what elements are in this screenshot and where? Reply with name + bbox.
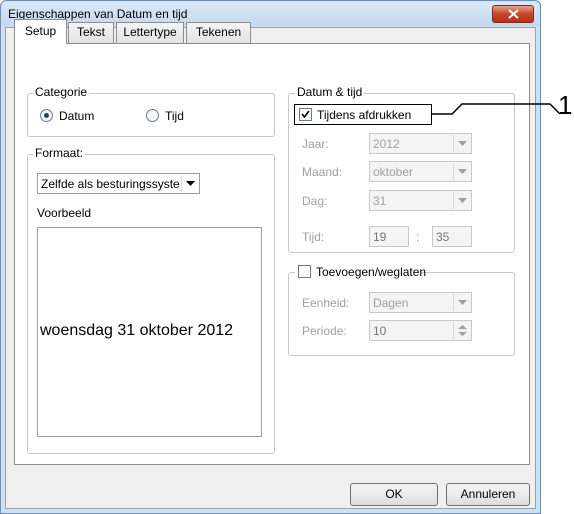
- radio-selected-dot: [44, 113, 49, 118]
- tab-tekst-label: Tekst: [76, 25, 105, 39]
- eenheid-label: Eenheid:: [302, 296, 350, 310]
- tab-setup-label: Setup: [24, 24, 57, 38]
- formaat-legend: Formaat:: [33, 146, 86, 160]
- maand-label: Maand:: [302, 165, 343, 179]
- print-checkbox-label[interactable]: Tijdens afdrukken: [317, 108, 411, 122]
- tab-lettertype[interactable]: Lettertype: [116, 22, 184, 43]
- chevron-down-icon: [458, 198, 467, 203]
- dag-dropdown-button[interactable]: [453, 192, 470, 209]
- dag-select-value: 31: [373, 194, 387, 208]
- categorie-legend: Categorie: [33, 85, 90, 99]
- tab-lettertype-label: Lettertype: [123, 25, 177, 39]
- jaar-dropdown-button[interactable]: [453, 135, 470, 152]
- dag-label: Dag:: [302, 194, 328, 208]
- tab-tekenen-label: Tekenen: [195, 25, 242, 39]
- eenheid-dropdown-button[interactable]: [453, 294, 470, 311]
- tijd-hours-value: 19: [373, 230, 387, 244]
- ok-button[interactable]: OK: [350, 483, 438, 506]
- eenheid-select[interactable]: Dagen: [369, 292, 472, 313]
- preview-box: woensdag 31 oktober 2012: [37, 227, 262, 437]
- periode-spinner[interactable]: 10: [369, 320, 472, 341]
- toevoegen-group: [288, 272, 515, 356]
- tab-tekst[interactable]: Tekst: [68, 22, 114, 43]
- radio-tijd-label[interactable]: Tijd: [165, 109, 184, 123]
- radio-datum[interactable]: [40, 109, 53, 122]
- checkmark-icon: [301, 110, 310, 119]
- periode-value: 10: [373, 324, 387, 338]
- tijd-label: Tijd:: [302, 230, 325, 244]
- periode-label: Periode:: [302, 324, 347, 338]
- chevron-down-icon: [458, 300, 467, 305]
- spin-arrows-icon: [458, 325, 467, 336]
- cancel-button-label: Annuleren: [460, 487, 516, 501]
- voorbeeld-label: Voorbeeld: [37, 206, 92, 220]
- maand-select[interactable]: oktober: [369, 161, 472, 182]
- formaat-select-value: Zelfde als besturingssyste: [41, 177, 180, 191]
- jaar-select[interactable]: 2012: [369, 133, 472, 154]
- chevron-down-icon: [186, 181, 195, 186]
- preview-text: woensdag 31 oktober 2012: [40, 322, 234, 339]
- tab-setup[interactable]: Setup: [14, 19, 67, 44]
- eenheid-select-value: Dagen: [373, 296, 409, 310]
- tijd-hours-input[interactable]: 19: [369, 226, 409, 247]
- callout-number: 1: [558, 90, 573, 120]
- tab-tekenen[interactable]: Tekenen: [186, 22, 251, 43]
- cancel-button[interactable]: Annuleren: [446, 483, 530, 506]
- dag-select[interactable]: 31: [369, 190, 472, 211]
- callout-line: [432, 103, 561, 115]
- tijd-minutes-value: 35: [436, 230, 450, 244]
- datum-tijd-legend: Datum & tijd: [295, 85, 365, 99]
- chevron-down-icon: [458, 169, 467, 174]
- print-checkbox[interactable]: [299, 108, 312, 121]
- toevoegen-checkbox[interactable]: [298, 265, 311, 278]
- maand-dropdown-button[interactable]: [453, 163, 470, 180]
- tijd-minutes-input[interactable]: 35: [432, 226, 472, 247]
- ok-button-label: OK: [385, 487, 403, 501]
- tijd-separator: :: [416, 230, 420, 244]
- chevron-down-icon: [458, 141, 467, 146]
- close-icon: [508, 9, 519, 19]
- jaar-select-value: 2012: [373, 137, 400, 151]
- formaat-select[interactable]: Zelfde als besturingssyste: [37, 173, 200, 194]
- jaar-label: Jaar:: [302, 137, 329, 151]
- radio-tijd[interactable]: [146, 109, 159, 122]
- radio-datum-label[interactable]: Datum: [59, 109, 94, 123]
- periode-spin-buttons[interactable]: [453, 322, 470, 339]
- close-button[interactable]: [492, 5, 534, 23]
- formaat-dropdown-button[interactable]: [181, 175, 198, 192]
- maand-select-value: oktober: [373, 165, 414, 179]
- print-checkbox-row[interactable]: Tijdens afdrukken: [294, 104, 432, 125]
- toevoegen-label[interactable]: Toevoegen/weglaten: [316, 265, 426, 279]
